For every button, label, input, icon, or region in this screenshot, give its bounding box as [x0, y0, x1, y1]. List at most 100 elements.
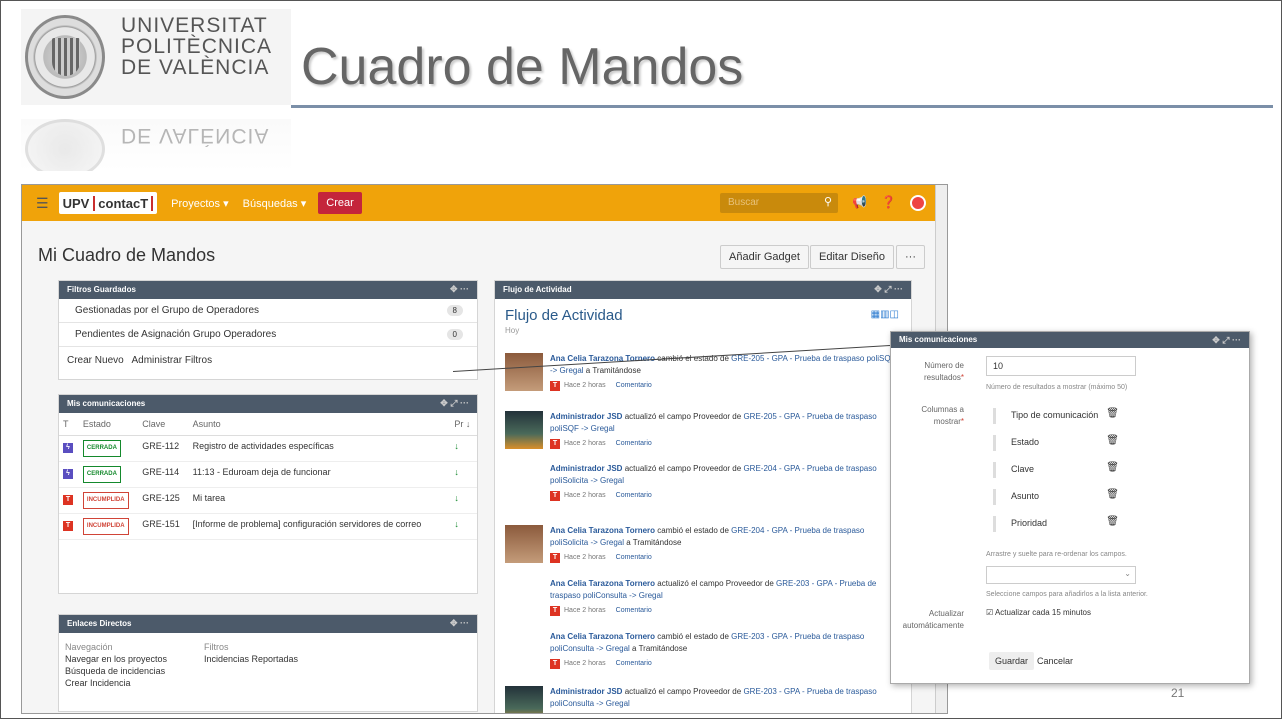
page-number: 21 [1171, 686, 1185, 700]
column-item[interactable]: Tipo de comunicación 🗑 [989, 406, 1119, 426]
user-link[interactable]: Administrador JSD [550, 412, 622, 421]
filter-row[interactable]: Gestionadas por el Grupo de Operadores 8 [59, 299, 477, 323]
user-avatar [505, 525, 543, 563]
issue-type-icon: T [550, 381, 560, 391]
user-avatar [505, 411, 543, 449]
title-rule [291, 105, 1273, 108]
saved-filters-gadget: Filtros Guardados ✥ ··· Gestionadas por e… [58, 280, 478, 380]
comment-link[interactable]: Comentario [616, 492, 652, 499]
link-browse-projects[interactable]: Navegar en los proyectos [65, 653, 167, 665]
brand-logo[interactable]: UPV contacT [58, 192, 158, 214]
edit-layout-button[interactable]: Editar Diseño [810, 245, 895, 269]
status-badge: INCUMPLIDA [82, 492, 129, 509]
create-filter-link[interactable]: Crear Nuevo [67, 355, 124, 366]
columns-label: Columnas a mostrar* [921, 405, 964, 426]
refresh-checkbox[interactable]: ☑ Actualizar cada 15 minutos [986, 608, 1091, 617]
column-item[interactable]: Prioridad 🗑 [989, 514, 1119, 534]
count-badge: 0 [446, 329, 463, 340]
gadget-title: Filtros Guardados [67, 285, 136, 294]
priority-low-icon: ↓ [454, 441, 459, 451]
view-options-icon[interactable]: ▦▥◫ [871, 309, 899, 320]
page-title: Mi Cuadro de Mandos [38, 245, 216, 265]
column-header[interactable]: Clave [138, 413, 189, 436]
search-icon[interactable]: ⚲ [824, 195, 832, 208]
column-item[interactable]: Clave 🗑 [989, 460, 1119, 480]
user-link[interactable]: Ana Celia Tarazona Tornero [550, 579, 655, 588]
issue-type-icon: T [63, 521, 73, 531]
link-reported-issues[interactable]: Incidencias Reportadas [204, 653, 298, 665]
more-button[interactable]: ··· [896, 245, 925, 269]
gadget-controls-icon[interactable]: ✥ ··· [450, 618, 469, 629]
table-row[interactable]: ϟ CERRADA GRE-112 Registro de actividade… [59, 435, 477, 462]
gadget-controls-icon[interactable]: ✥ ⤢ ··· [1212, 335, 1241, 346]
menu-icon[interactable]: ☰ [36, 195, 49, 212]
issue-type-icon: T [550, 491, 560, 501]
comment-link[interactable]: Comentario [616, 440, 652, 447]
gadget-title: Mis comunicaciones [899, 335, 978, 344]
issue-type-icon: T [63, 495, 73, 505]
search-input[interactable]: Buscar ⚲ [720, 193, 838, 213]
column-header[interactable]: Estado [78, 413, 139, 436]
megaphone-icon[interactable]: 📢 [852, 195, 867, 211]
trash-icon[interactable]: 🗑 [1106, 462, 1119, 473]
link-search-issues[interactable]: Búsqueda de incidencias [65, 665, 167, 677]
trash-icon[interactable]: 🗑 [1106, 435, 1119, 446]
gadget-title: Enlaces Directos [67, 619, 132, 628]
link-create-issue[interactable]: Crear Incidencia [65, 677, 167, 689]
column-header[interactable]: Pr ↓ [450, 413, 477, 436]
user-avatar[interactable] [909, 195, 926, 211]
user-link[interactable]: Administrador JSD [550, 464, 622, 473]
day-label: Hoy [505, 326, 520, 335]
gadget-controls-icon[interactable]: ✥ ⤢ ··· [874, 284, 903, 295]
column-item[interactable]: Asunto 🗑 [989, 487, 1119, 507]
gadget-controls-icon[interactable]: ✥ ⤢ ··· [440, 398, 469, 409]
comment-link[interactable]: Comentario [616, 660, 652, 667]
trash-icon[interactable]: 🗑 [1106, 408, 1119, 419]
slide: UNIVERSITAT POLITÈCNICA DE VALÈNCIA DE V… [0, 0, 1282, 719]
nav-busquedas[interactable]: Búsquedas ▾ [243, 197, 307, 210]
column-item[interactable]: Estado 🗑 [989, 433, 1119, 453]
create-button[interactable]: Crear [318, 192, 362, 214]
gadget-config-popup: Mis comunicaciones ✥ ⤢ ··· Número de resu… [890, 331, 1250, 684]
results-input[interactable]: 10 [986, 356, 1136, 376]
refresh-label: Actualizar automáticamente [902, 609, 964, 630]
user-link[interactable]: Ana Celia Tarazona Tornero [550, 632, 655, 641]
issue-type-icon: ϟ [63, 469, 73, 479]
user-link[interactable]: Administrador JSD [550, 687, 622, 696]
university-seal-icon [25, 15, 105, 99]
priority-low-icon: ↓ [454, 493, 459, 503]
direct-links-gadget: Enlaces Directos ✥ ··· Navegación Navegar… [58, 614, 478, 712]
activity-title: Flujo de Actividad [505, 307, 623, 324]
priority-low-icon: ↓ [454, 467, 459, 477]
table-row[interactable]: ϟ CERRADA GRE-114 11:13 - Eduroam deja d… [59, 461, 477, 488]
issue-type-icon: ϟ [63, 443, 73, 453]
comment-link[interactable]: Comentario [616, 607, 652, 614]
nav-proyectos[interactable]: Proyectos ▾ [171, 197, 229, 210]
save-button[interactable]: Guardar [989, 652, 1035, 670]
cancel-button[interactable]: Cancelar [1031, 652, 1079, 670]
trash-icon[interactable]: 🗑 [1106, 516, 1119, 527]
filter-row[interactable]: Pendientes de Asignación Grupo Operadore… [59, 323, 477, 347]
help-icon[interactable]: ❓ [881, 195, 896, 211]
manage-filters-link[interactable]: Administrar Filtros [132, 355, 213, 366]
table-row[interactable]: T INCUMPLIDA GRE-151 [Informe de problem… [59, 513, 477, 540]
status-badge: CERRADA [82, 466, 121, 483]
column-header[interactable]: Asunto [188, 413, 451, 436]
user-link[interactable]: Ana Celia Tarazona Tornero [550, 526, 655, 535]
drag-help: Arrastre y suelte para re-ordenar los ca… [986, 551, 1127, 558]
results-help: Número de resultados a mostrar (máximo 5… [986, 384, 1128, 391]
issue-type-icon: T [550, 553, 560, 563]
add-column-select[interactable]: ⌄ [986, 566, 1136, 584]
table-row[interactable]: T INCUMPLIDA GRE-125 Mi tarea ↓ [59, 487, 477, 514]
gadget-controls-icon[interactable]: ✥ ··· [450, 284, 469, 295]
trash-icon[interactable]: 🗑 [1106, 489, 1119, 500]
column-header[interactable]: T [59, 413, 79, 436]
chevron-down-icon: ⌄ [1124, 569, 1131, 578]
comment-link[interactable]: Comentario [616, 382, 652, 389]
comment-link[interactable]: Comentario [616, 554, 652, 561]
status-badge: INCUMPLIDA [82, 518, 129, 535]
add-gadget-button[interactable]: Añadir Gadget [720, 245, 809, 269]
nav-header: Navegación [65, 642, 113, 652]
filters-header: Filtros [204, 642, 229, 652]
status-badge: CERRADA [82, 440, 121, 457]
